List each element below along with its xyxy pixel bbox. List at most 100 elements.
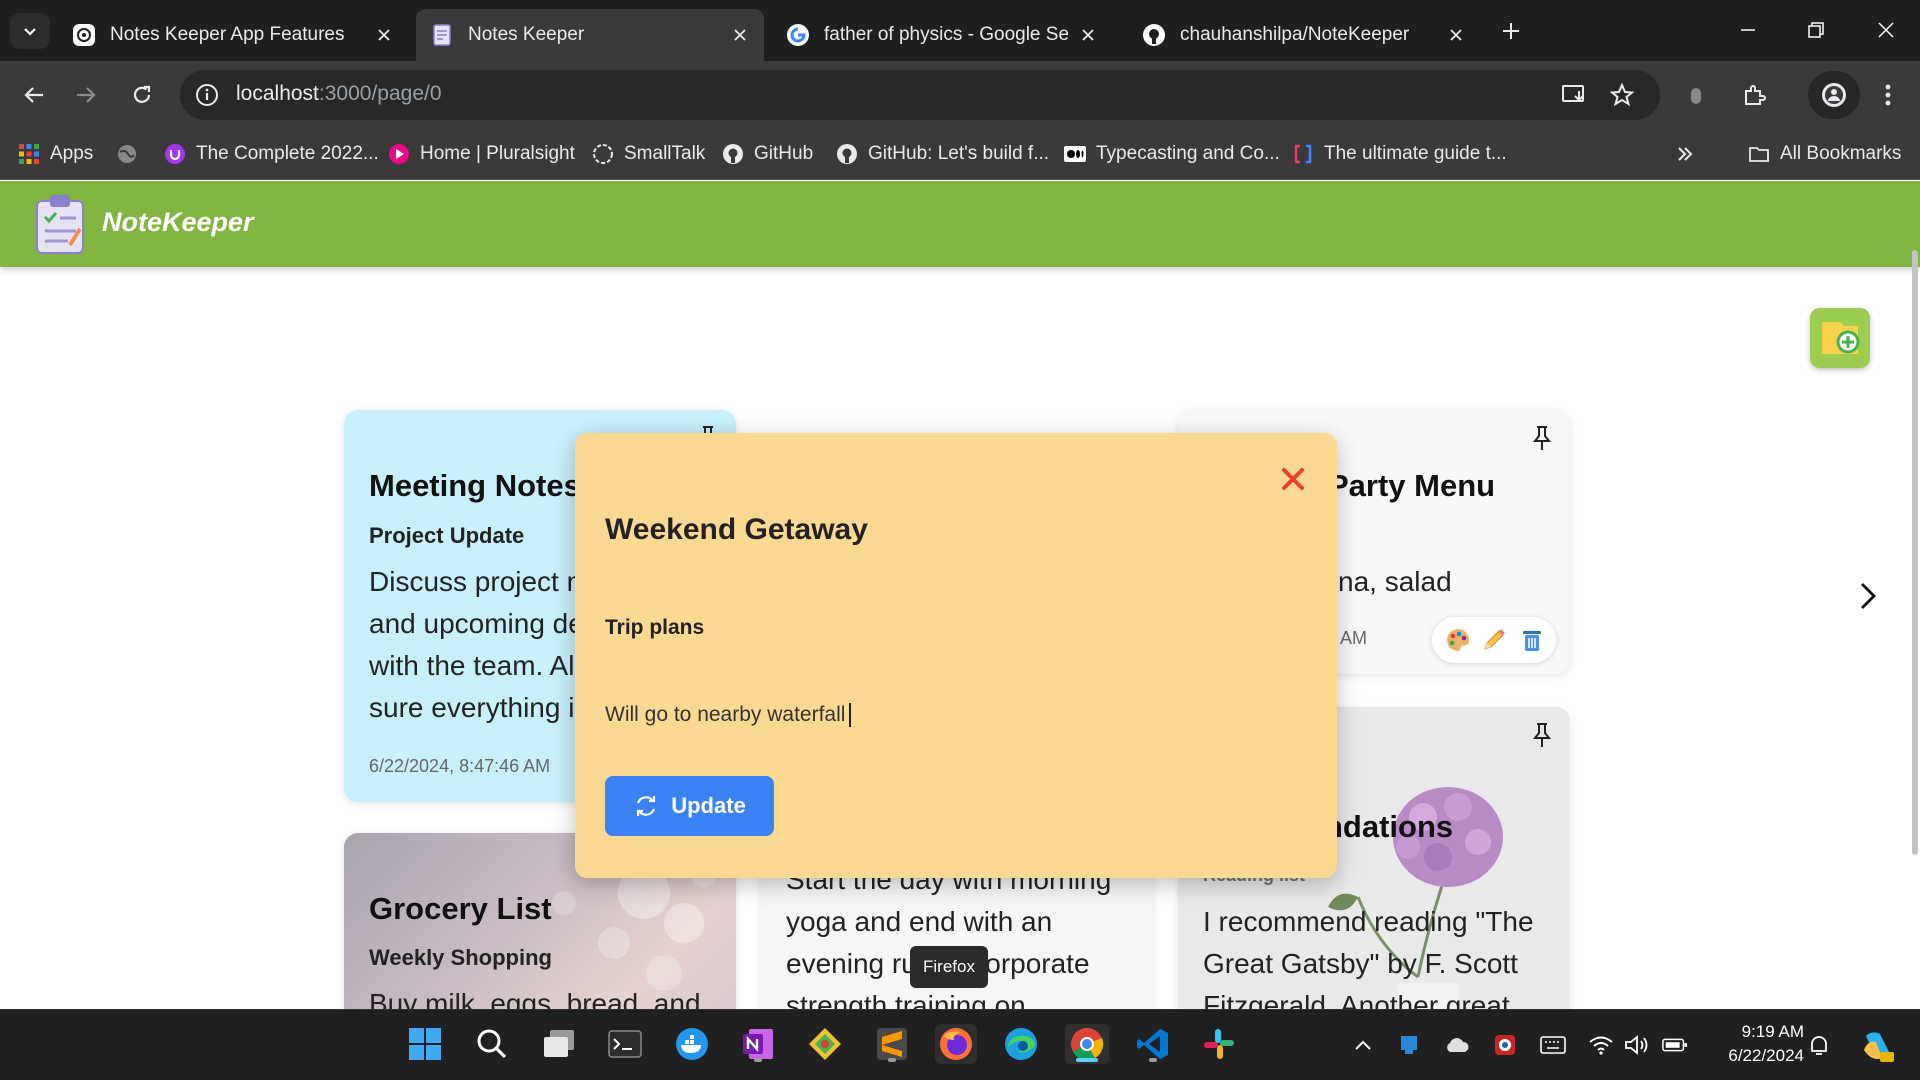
palette-icon[interactable] [1444,626,1472,654]
slack-icon[interactable] [1199,1024,1239,1064]
wifi-icon[interactable] [1588,1032,1614,1058]
tab-notes-keeper-features[interactable]: Notes Keeper App Features [58,9,408,61]
windows-taskbar: 9:19 AM 6/22/2024 [0,1009,1920,1080]
tab-search-button[interactable] [10,13,50,49]
tab-github-repo[interactable]: chauhanshilpa/NoteKeeper [1128,9,1480,61]
running-indicator [754,1058,762,1062]
taskbar-tooltip: Firefox [910,946,988,988]
keyboard-icon[interactable] [1540,1032,1566,1058]
note-title-input[interactable]: Weekend Getaway [605,513,868,547]
chevron-right-icon [1861,583,1876,609]
update-button[interactable]: Update [605,776,774,836]
close-icon[interactable] [372,23,396,47]
note-title: ndations [1324,809,1454,844]
plus-icon [1503,23,1519,39]
address-bar[interactable]: localhost:3000/page/0 [180,70,1660,120]
close-icon[interactable] [1444,23,1468,47]
close-window-button[interactable] [1862,10,1910,50]
task-view-icon[interactable] [539,1024,579,1064]
extension-button[interactable] [1680,79,1712,111]
minimize-button[interactable] [1724,10,1772,50]
note-title: Meeting Notes [369,468,581,503]
vscode-icon[interactable] [1133,1024,1173,1064]
windows-start-icon[interactable] [405,1024,445,1064]
more-vertical-icon [1885,84,1891,106]
restore-button[interactable] [1792,10,1840,50]
extensions-menu-button[interactable] [1738,79,1770,111]
tray-overflow-chevron-icon[interactable] [1350,1032,1376,1058]
bookmarks-overflow-button[interactable] [1676,140,1694,168]
bookmark-star-button[interactable] [1606,79,1638,111]
next-page-button[interactable] [1854,578,1882,614]
docker-icon[interactable] [672,1024,712,1064]
note-body-text: Will go to nearby waterfall [605,703,846,726]
back-button[interactable] [18,79,50,111]
app-header: NoteKeeper [0,181,1920,267]
bookmark-pluralsight[interactable]: Home | Pluralsight [388,140,575,168]
udemy-icon [165,144,185,164]
page-scrollbar[interactable] [1912,250,1918,855]
close-icon[interactable] [728,23,752,47]
running-indicator [1076,1058,1098,1062]
pencil-icon[interactable] [1480,626,1508,654]
sourcetree-icon[interactable] [805,1024,845,1064]
firefox-icon[interactable] [935,1024,977,1064]
edit-note-modal: Weekend Getaway Trip plans Will go to ne… [575,433,1337,878]
bookmark-ultimate-guide[interactable]: The ultimate guide t... [1292,140,1507,168]
install-app-button[interactable] [1558,79,1590,111]
note-body-input[interactable]: Will go to nearby waterfall [605,703,852,728]
tab-notes-keeper[interactable]: Notes Keeper [416,9,764,61]
tray-app-icon[interactable] [1396,1032,1422,1058]
all-bookmarks-button[interactable]: All Bookmarks [1748,140,1901,168]
battery-icon[interactable] [1662,1032,1688,1058]
reload-button[interactable] [126,79,158,111]
minimize-icon [1741,29,1755,31]
pin-icon[interactable] [1530,424,1554,452]
profile-button[interactable] [1808,71,1860,119]
forward-button[interactable] [70,79,102,111]
tab-title: father of physics - Google Search [824,24,1068,45]
new-tab-button[interactable] [1496,16,1526,46]
bookmark-github[interactable]: GitHub [722,140,813,168]
bookmark-smalltalk[interactable]: SmallTalk [592,140,705,168]
trash-icon[interactable] [1518,626,1546,654]
add-note-button[interactable] [1810,308,1870,368]
add-note-icon [1822,322,1860,354]
extension-mouse-icon [1691,88,1701,104]
browser-tab-bar: Notes Keeper App Features Notes Keeper f… [0,0,1920,61]
site-info-icon[interactable] [194,82,220,108]
chrome-icon[interactable] [1065,1024,1109,1064]
smalltalk-icon [593,144,613,164]
notification-icon[interactable] [1806,1032,1832,1058]
pin-icon[interactable] [1530,721,1554,749]
security-icon[interactable] [1492,1032,1518,1058]
bookmark-typecasting[interactable]: Typecasting and Co... [1064,140,1280,168]
apps-grid-icon [19,144,39,164]
star-icon [1610,83,1634,107]
onedrive-icon[interactable] [1444,1032,1470,1058]
close-modal-button[interactable] [1277,463,1309,495]
edge-icon[interactable] [1001,1024,1041,1064]
note-subtitle-input[interactable]: Trip plans [605,616,704,640]
search-icon[interactable] [472,1024,512,1064]
bookmark-globe[interactable] [116,140,148,168]
close-icon[interactable] [1076,23,1100,47]
bookmarks-bar: Apps The Complete 2022... Home | Plurals… [0,128,1920,180]
bookmark-complete-2022[interactable]: The Complete 2022... [164,140,379,168]
tab-google-search[interactable]: father of physics - Google Search [772,9,1112,61]
copilot-icon[interactable] [1860,1028,1896,1064]
browser-toolbar: localhost:3000/page/0 [0,61,1920,128]
url-text[interactable]: localhost:3000/page/0 [236,82,442,106]
browser-menu-button[interactable] [1872,79,1904,111]
bookmark-label: GitHub [754,143,814,164]
install-icon [1562,85,1584,102]
tab-title: Notes Keeper [468,24,585,45]
terminal-icon[interactable] [605,1024,645,1064]
system-clock[interactable]: 9:19 AM 6/22/2024 [1710,1020,1804,1068]
onenote-icon[interactable] [738,1024,778,1064]
bookmark-label: GitHub: Let's build f... [868,143,1050,164]
bookmark-apps[interactable]: Apps [18,140,93,168]
bookmark-github-build[interactable]: GitHub: Let's build f... [836,140,1049,168]
volume-icon[interactable] [1624,1032,1650,1058]
sublime-text-icon[interactable] [872,1024,912,1064]
